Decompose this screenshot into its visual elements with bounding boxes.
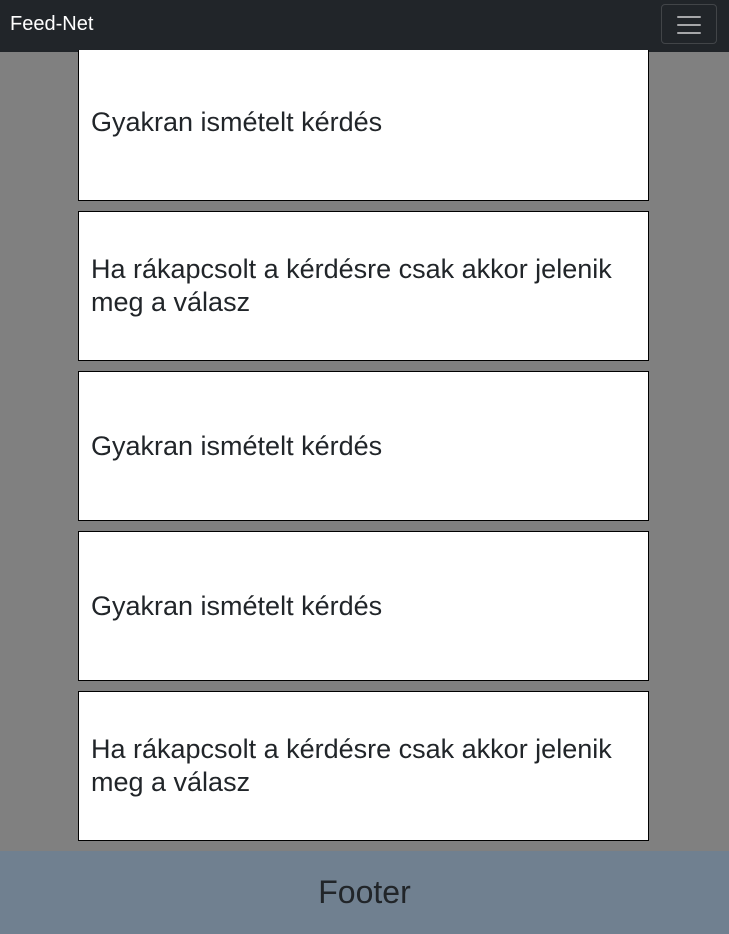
faq-question-card[interactable]: Ha rákapcsolt a kérdésre csak akkor jele…: [78, 211, 649, 361]
faq-question-card[interactable]: Gyakran ismételt kérdés: [78, 371, 649, 521]
hamburger-menu-icon: [677, 24, 701, 26]
faq-question-text: Gyakran ismételt kérdés: [91, 430, 383, 461]
faq-question-card[interactable]: Gyakran ismételt kérdés: [78, 50, 649, 201]
page-footer: Footer: [0, 851, 729, 934]
faq-question-text: Gyakran ismételt kérdés: [91, 106, 383, 137]
faq-question-text: Ha rákapcsolt a kérdésre csak akkor jele…: [91, 734, 612, 797]
footer-label: Footer: [318, 874, 411, 910]
navbar-brand[interactable]: Feed-Net: [10, 12, 93, 36]
faq-question-card[interactable]: Ha rákapcsolt a kérdésre csak akkor jele…: [78, 691, 649, 841]
hamburger-menu-icon: [677, 32, 701, 34]
faq-question-card[interactable]: Gyakran ismételt kérdés: [78, 531, 649, 681]
hamburger-menu-icon: [677, 16, 701, 18]
faq-question-text: Gyakran ismételt kérdés: [91, 590, 383, 621]
navbar: Feed-Net: [0, 0, 729, 52]
faq-question-text: Ha rákapcsolt a kérdésre csak akkor jele…: [91, 254, 612, 317]
navbar-toggler-button[interactable]: [661, 4, 717, 44]
